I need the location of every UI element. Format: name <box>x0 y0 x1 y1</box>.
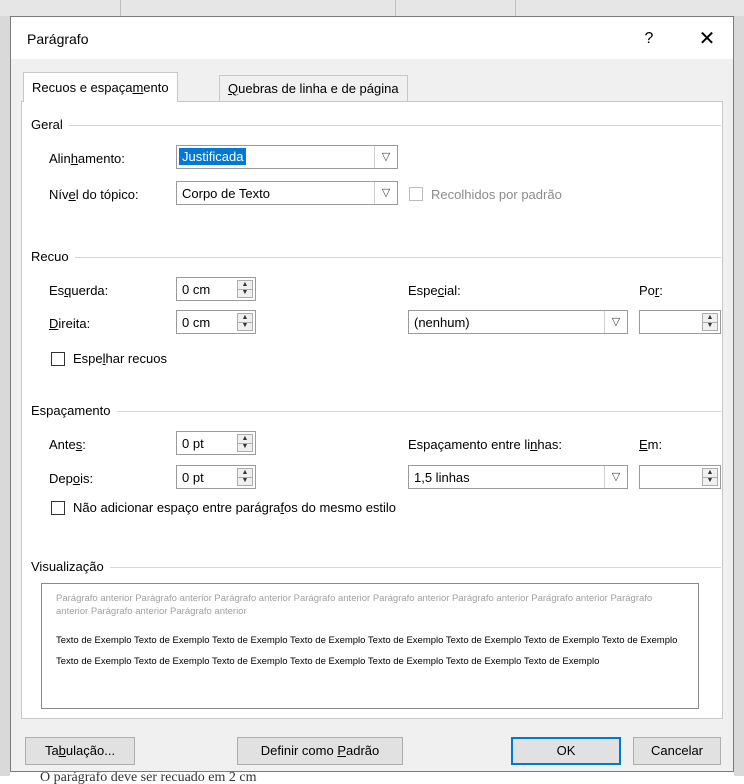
spinner-buttons[interactable]: ▲ ▼ <box>237 313 253 331</box>
right-indent-spinner[interactable]: 0 cm ▲ ▼ <box>176 310 256 334</box>
chevron-down-icon[interactable]: ▽ <box>604 466 627 488</box>
after-spinner[interactable]: 0 pt ▲ ▼ <box>176 465 256 489</box>
arrow-down-icon[interactable]: ▼ <box>703 322 717 330</box>
tabs-button[interactable]: Tabulação... <box>25 737 135 765</box>
section-preview: Visualização <box>31 559 110 574</box>
preview-previous-paragraph: Parágrafo anterior Parágrafo anterior Pa… <box>56 593 653 617</box>
section-spacing: Espaçamento <box>31 403 117 418</box>
at-label: Em: <box>639 437 663 452</box>
section-divider <box>31 411 721 412</box>
preview-box: Parágrafo anterior Parágrafo anterior Pa… <box>41 583 699 709</box>
right-indent-label: Direita: <box>49 316 91 331</box>
cancel-button[interactable]: Cancelar <box>633 737 721 765</box>
arrow-down-icon[interactable]: ▼ <box>238 322 252 330</box>
background-document-text: O parágrafo deve ser recuado em 2 cm <box>40 770 257 784</box>
spinner-buttons[interactable]: ▲ ▼ <box>237 434 253 452</box>
section-general: Geral <box>31 117 69 132</box>
ok-button[interactable]: OK <box>511 737 621 765</box>
arrow-down-icon[interactable]: ▼ <box>238 443 252 451</box>
spinner-buttons[interactable]: ▲ ▼ <box>237 280 253 298</box>
dialog-title: Parágrafo <box>27 31 89 47</box>
by-spinner[interactable]: ▲ ▼ <box>639 310 721 334</box>
collapsed-label: Recolhidos por padrão <box>431 187 562 202</box>
collapsed-checkbox[interactable] <box>409 187 423 201</box>
tab-line-page-breaks[interactable]: Quebras de linha e de página <box>219 75 408 101</box>
background-document-left <box>0 16 10 776</box>
left-indent-label: Esquerda: <box>49 283 109 298</box>
background-ruler <box>0 0 744 16</box>
close-button[interactable]: ✕ <box>693 25 721 53</box>
section-indent: Recuo <box>31 249 75 264</box>
chevron-down-icon[interactable]: ▽ <box>374 146 397 168</box>
paragraph-dialog: Parágrafo ? ✕ Recuos e espaçamento Quebr… <box>10 16 734 772</box>
outline-level-select[interactable]: Corpo de Texto ▽ <box>176 181 398 205</box>
arrow-down-icon[interactable]: ▼ <box>703 477 717 485</box>
tab-indents-spacing[interactable]: Recuos e espaçamento <box>23 72 178 102</box>
mirror-indents-label: Espelhar recuos <box>73 351 167 366</box>
arrow-down-icon[interactable]: ▼ <box>238 289 252 297</box>
help-button[interactable]: ? <box>637 27 661 51</box>
section-divider <box>31 257 721 258</box>
spinner-buttons[interactable]: ▲ ▼ <box>237 468 253 486</box>
chevron-down-icon[interactable]: ▽ <box>374 182 397 204</box>
preview-sample-paragraph: Texto de Exemplo Texto de Exemplo Texto … <box>56 635 678 667</box>
chevron-down-icon[interactable]: ▽ <box>604 311 627 333</box>
set-default-button[interactable]: Definir como Padrão <box>237 737 403 765</box>
alignment-select[interactable]: Justificada ▽ <box>176 145 398 169</box>
by-label: Por: <box>639 283 663 298</box>
line-spacing-label: Espaçamento entre linhas: <box>408 437 562 452</box>
mirror-indents-checkbox[interactable] <box>51 352 65 366</box>
no-space-checkbox[interactable] <box>51 501 65 515</box>
line-spacing-select[interactable]: 1,5 linhas ▽ <box>408 465 628 489</box>
arrow-down-icon[interactable]: ▼ <box>238 477 252 485</box>
section-divider <box>31 567 721 568</box>
special-label: Especial: <box>408 283 461 298</box>
before-label: Antes: <box>49 437 86 452</box>
spinner-buttons[interactable]: ▲ ▼ <box>702 468 718 486</box>
alignment-label: Alinhamento: <box>49 151 125 166</box>
outline-level-label: Nível do tópico: <box>49 187 139 202</box>
section-divider <box>31 125 721 126</box>
before-spinner[interactable]: 0 pt ▲ ▼ <box>176 431 256 455</box>
left-indent-spinner[interactable]: 0 cm ▲ ▼ <box>176 277 256 301</box>
no-space-label: Não adicionar espaço entre parágrafos do… <box>73 500 397 515</box>
dialog-titlebar: Parágrafo ? ✕ <box>11 17 733 59</box>
after-label: Depois: <box>49 471 94 486</box>
at-spinner[interactable]: ▲ ▼ <box>639 465 721 489</box>
spinner-buttons[interactable]: ▲ ▼ <box>702 313 718 331</box>
background-document-right <box>734 16 744 776</box>
special-select[interactable]: (nenhum) ▽ <box>408 310 628 334</box>
